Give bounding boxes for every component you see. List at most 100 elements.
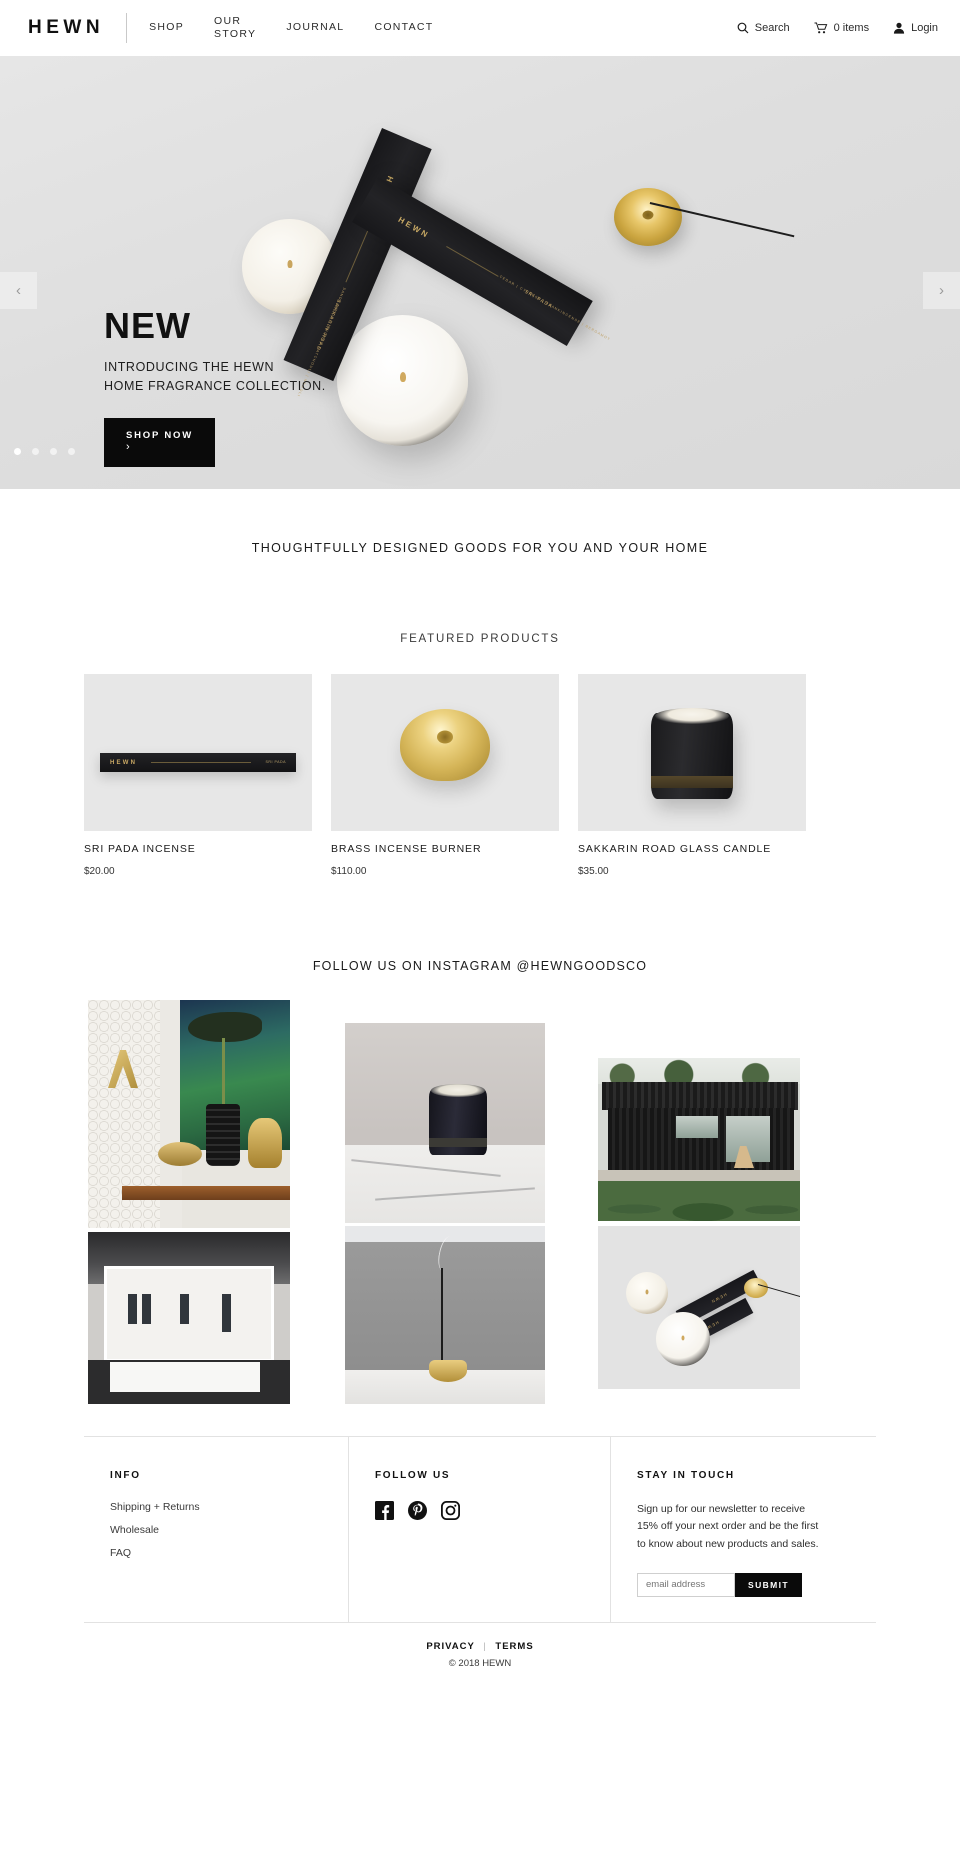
ig1-brass-mister	[248, 1118, 282, 1168]
featured-products-heading: FEATURED PRODUCTS	[400, 633, 560, 645]
footer-link-faq[interactable]: FAQ	[110, 1547, 348, 1559]
cart-count-label: 0 items	[833, 22, 870, 34]
ig1-shelf	[122, 1186, 290, 1200]
product-image-brass-incense-burner[interactable]	[331, 674, 559, 831]
footer-link-shipping-returns[interactable]: Shipping + Returns	[110, 1501, 348, 1513]
footer-follow-heading: FOLLOW US	[375, 1470, 451, 1481]
hero-subtitle: INTRODUCING THE HEWN HOME FRAGRANCE COLL…	[104, 360, 326, 393]
site-tagline: THOUGHTFULLY DESIGNED GOODS FOR YOU AND …	[251, 541, 709, 555]
ig1-vase	[206, 1104, 240, 1166]
instagram-post-1[interactable]	[88, 1000, 290, 1228]
instagram-icon[interactable]	[441, 1501, 460, 1520]
product-price: $20.00	[84, 866, 115, 877]
site-logo[interactable]: HEWN	[28, 17, 126, 39]
chevron-right-icon: ›	[126, 440, 130, 453]
product-card-brass-incense-burner[interactable]: BRASS INCENSE BURNER $110.00	[331, 674, 559, 877]
footer-columns: INFO Shipping + Returns Wholesale FAQ FO…	[84, 1436, 876, 1622]
newsletter-submit-button[interactable]: SUBMIT	[735, 1572, 802, 1597]
hero-title: NEW	[104, 305, 191, 346]
chevron-right-icon: ›	[939, 282, 944, 299]
product1-label-name: SRI PADA	[265, 759, 286, 764]
ig2-person-3	[180, 1294, 189, 1324]
hero-dot-4[interactable]	[68, 448, 75, 455]
terms-link[interactable]: TERMS	[495, 1641, 533, 1652]
product-card-sakkarin-road-glass-candle[interactable]: SAKKARIN ROAD GLASS CANDLE $35.00	[578, 674, 806, 877]
footer-newsletter-column: STAY IN TOUCH Sign up for our newsletter…	[610, 1437, 876, 1622]
product-image-sakkarin-road-glass-candle[interactable]	[578, 674, 806, 831]
instagram-post-4[interactable]	[345, 1226, 545, 1404]
newsletter-form: SUBMIT	[637, 1572, 876, 1597]
hero-content: NEW INTRODUCING THE HEWN HOME FRAGRANCE …	[104, 308, 326, 467]
facebook-icon[interactable]	[375, 1501, 394, 1520]
hero-box1-rule	[345, 226, 370, 283]
site-header: HEWN SHOP OUR STORY JOURNAL CONTACT Sear…	[0, 0, 960, 56]
cart-icon	[814, 22, 828, 34]
instagram-post-6[interactable]: HEWN HEWN	[598, 1226, 800, 1389]
footer-follow-column: FOLLOW US	[348, 1437, 610, 1622]
site-footer: INFO Shipping + Returns Wholesale FAQ FO…	[0, 1436, 960, 1669]
hero-box2-brand: HEWN	[396, 215, 432, 241]
nav-item-shop[interactable]: SHOP	[149, 21, 184, 34]
ig2-person-1	[128, 1294, 137, 1324]
instagram-grid: HEWN HEWN	[0, 1000, 960, 1410]
glass-candle-graphic	[651, 707, 733, 799]
login-button[interactable]: Login	[893, 22, 938, 34]
user-icon	[893, 22, 905, 34]
cart-button[interactable]: 0 items	[814, 22, 869, 34]
instagram-post-3[interactable]	[345, 1023, 545, 1223]
product-name: SAKKARIN ROAD GLASS CANDLE	[578, 843, 772, 855]
product-card-sri-pada-incense[interactable]: HEWN SRI PADA SRI PADA INCENSE $20.00	[84, 674, 312, 877]
login-label: Login	[911, 22, 938, 34]
hero-brass-burner	[614, 188, 682, 246]
hero-dot-2[interactable]	[32, 448, 39, 455]
pinterest-icon[interactable]	[408, 1501, 427, 1520]
hero-box2-notes: CEDAR | CYPRESS | FRANKINCENSE | BERGAMO…	[498, 274, 612, 342]
ig5-ferns	[598, 1181, 800, 1221]
product1-brand: HEWN	[110, 759, 138, 766]
chevron-left-icon: ‹	[16, 282, 21, 299]
footer-link-wholesale[interactable]: Wholesale	[110, 1524, 348, 1536]
product-image-sri-pada-incense[interactable]: HEWN SRI PADA	[84, 674, 312, 831]
ig3-candle-jar	[429, 1084, 487, 1155]
shop-now-label: SHOP NOW	[126, 429, 194, 441]
ig6-candle-2	[656, 1312, 710, 1366]
search-icon	[737, 22, 749, 34]
hero-next-arrow[interactable]: ›	[923, 272, 960, 309]
email-input[interactable]	[637, 1572, 735, 1597]
footer-legal-links: PRIVACY | TERMS	[84, 1641, 876, 1652]
hero-dot-1[interactable]	[14, 448, 21, 455]
main-nav: SHOP OUR STORY JOURNAL CONTACT	[149, 15, 433, 41]
product-price: $110.00	[331, 866, 367, 877]
header-utility-nav: Search 0 items Login	[737, 22, 938, 34]
ig4-brass-burner	[429, 1360, 467, 1382]
nav-item-journal[interactable]: JOURNAL	[286, 21, 344, 34]
hero-dot-3[interactable]	[50, 448, 57, 455]
hero-prev-arrow[interactable]: ‹	[0, 272, 37, 309]
instagram-post-2[interactable]	[88, 1232, 290, 1404]
logo-divider	[126, 13, 128, 43]
privacy-link[interactable]: PRIVACY	[426, 1641, 474, 1652]
ig2-person-4	[222, 1294, 231, 1332]
nav-item-contact[interactable]: CONTACT	[374, 21, 433, 34]
ig5-window-1	[676, 1116, 718, 1138]
copyright-text: © 2018 HEWN	[448, 1658, 512, 1669]
hero-slide-dots	[14, 448, 75, 455]
nav-item-our-story[interactable]: OUR STORY	[214, 15, 256, 41]
ig6-candle-1	[626, 1272, 668, 1314]
footer-info-heading: INFO	[110, 1470, 141, 1481]
ig1-leaf	[188, 1012, 262, 1042]
shop-now-button[interactable]: SHOP NOW ›	[104, 417, 216, 467]
product1-rule	[151, 762, 252, 763]
hero-slider: HEWN SAKKARIN ROAD SANDALWOOD | SMOKED P…	[0, 56, 960, 489]
legal-separator: |	[483, 1641, 487, 1652]
incense-box-graphic: HEWN SRI PADA	[100, 753, 296, 772]
hero-candle-large	[337, 315, 468, 446]
newsletter-description: Sign up for our newsletter to receive 15…	[637, 1503, 819, 1550]
search-button[interactable]: Search	[737, 22, 790, 34]
product-price: $35.00	[578, 866, 609, 877]
ig4-incense-stick	[441, 1268, 443, 1372]
search-label: Search	[754, 22, 790, 34]
ig6-box1-brand: HEWN	[709, 1291, 728, 1305]
instagram-post-5[interactable]	[598, 1058, 800, 1221]
hero-box2-rule	[446, 246, 499, 277]
